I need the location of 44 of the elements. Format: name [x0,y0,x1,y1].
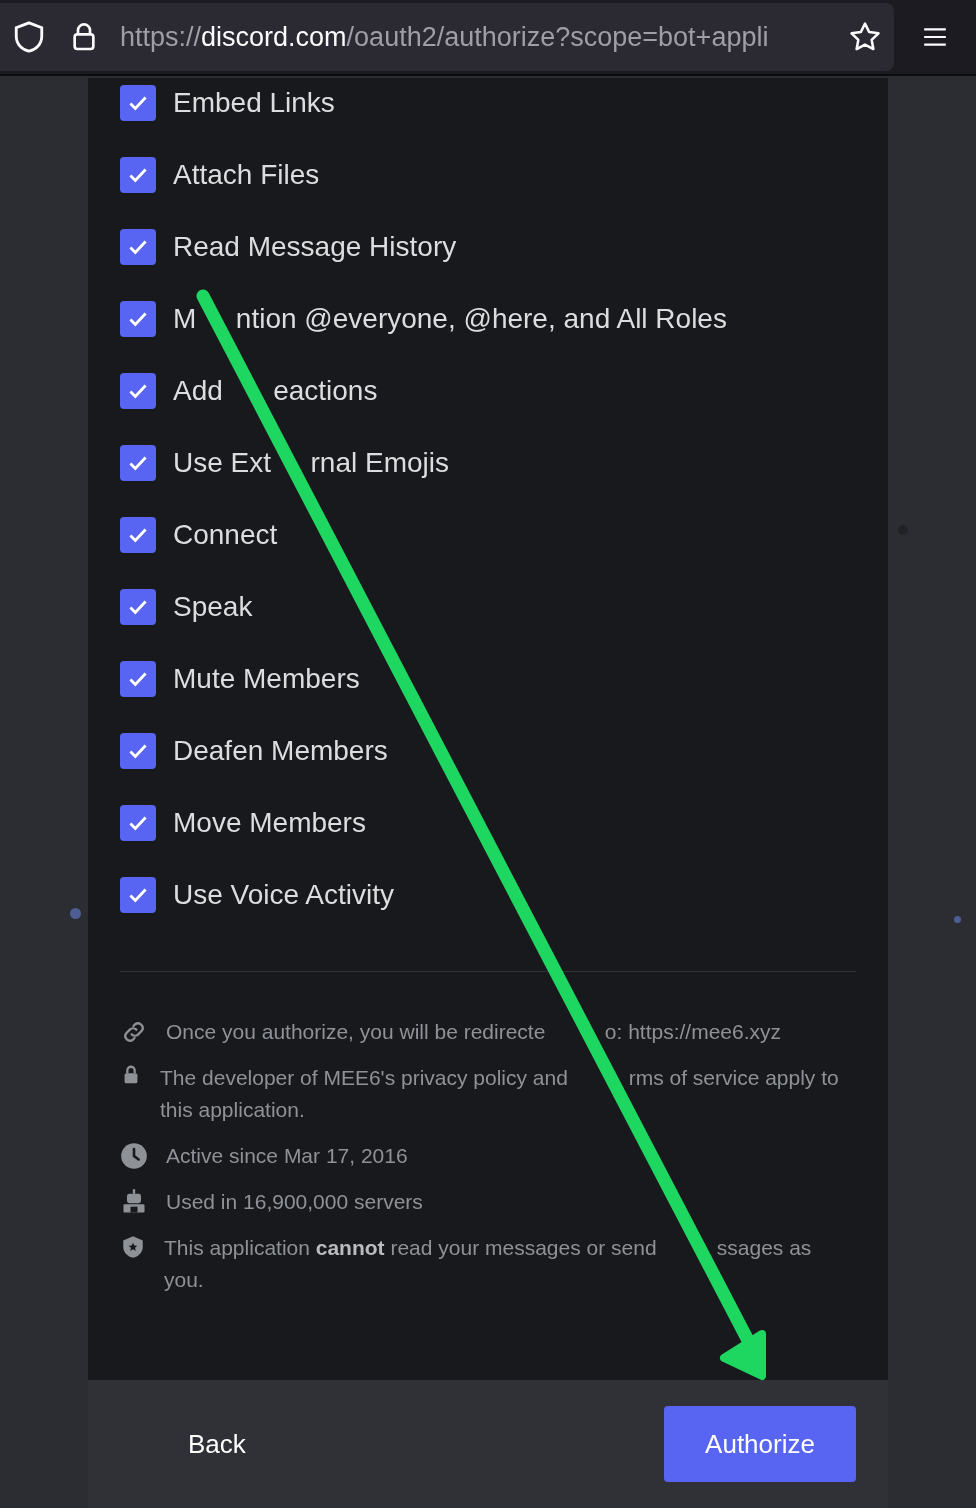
permission-label: Speak [173,591,253,623]
dot-mark [70,908,81,919]
checkbox[interactable] [120,877,156,913]
clock-icon [120,1142,148,1170]
permission-label: Move Members [173,807,366,839]
checkbox[interactable] [120,373,156,409]
checkbox[interactable] [120,229,156,265]
info-text: Used in 16,900,000 servers [166,1190,423,1213]
checkbox[interactable] [120,157,156,193]
authorize-button[interactable]: Authorize [664,1406,856,1482]
info-text: ssages as [716,1236,812,1259]
permission-label: ntion @everyone, @here, and All Roles [235,303,727,335]
permission-label: Use Voice Activity [173,879,394,911]
permission-label: Connect [173,519,278,551]
info-text: o: https://mee6.xyz [604,1020,782,1043]
permission-label: Mute Members [173,663,360,695]
info-text: This application cannot read your messages or send [164,1236,657,1259]
permission-label: Use Ext [173,447,272,479]
checkbox[interactable] [120,445,156,481]
info-text: this application. [160,1098,305,1121]
info-text: The developer of MEE6's privacy policy and [160,1066,568,1089]
info-text: rms of service apply to [628,1066,839,1089]
permission-label: rnal Emojis [310,447,449,479]
checkbox[interactable] [120,85,156,121]
shield-icon[interactable] [12,20,46,54]
checkbox[interactable] [120,301,156,337]
permission-label: Embed Links [173,87,335,119]
checkbox[interactable] [120,661,156,697]
info-text: Once you authorize, you will be redirecte [166,1020,546,1043]
info-text: Active since Mar 17, 2016 [166,1144,408,1167]
checkbox[interactable] [120,733,156,769]
checkbox[interactable] [120,805,156,841]
permission-label: eactions [273,375,378,407]
permission-label: Read Message History [173,231,457,263]
shield-icon [120,1234,146,1260]
permission-label: Deafen Members [173,735,388,767]
permission-label: Add [173,375,223,407]
dot-mark [954,916,961,923]
permission-label: Attach Files [173,159,320,191]
checkbox[interactable] [120,589,156,625]
permission-label: M [173,303,197,335]
info-text: you. [164,1268,204,1291]
checkbox[interactable] [120,517,156,553]
back-button[interactable]: Back [188,1428,246,1460]
